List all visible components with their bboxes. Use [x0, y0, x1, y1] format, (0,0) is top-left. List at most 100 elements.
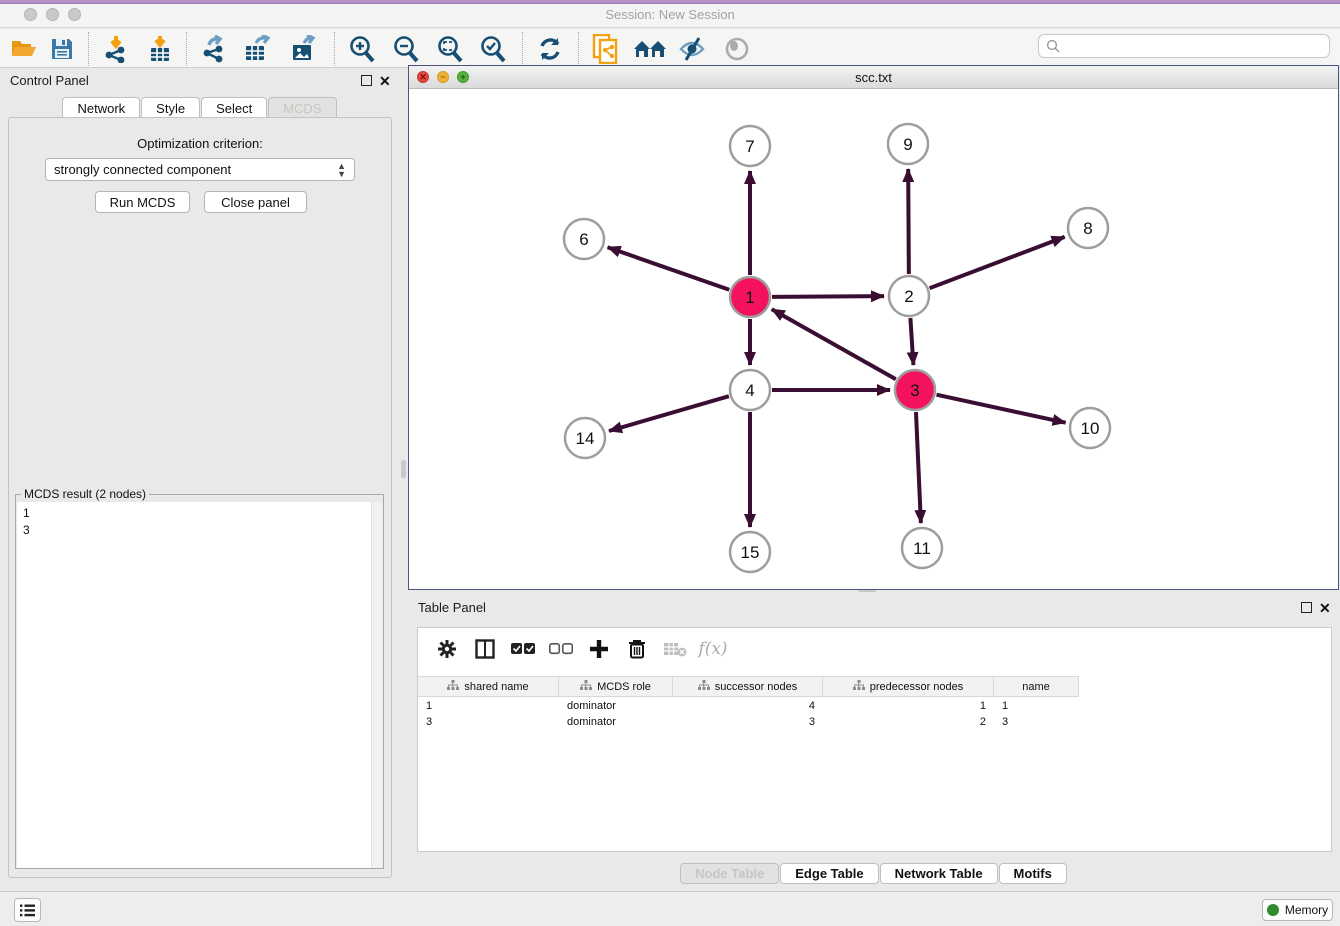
edge-1-2[interactable] — [772, 296, 884, 297]
network-window-title: scc.txt — [409, 70, 1338, 85]
edge-3-10[interactable] — [936, 395, 1065, 423]
close-panel-icon[interactable]: ✕ — [379, 74, 391, 88]
zoom-fit-icon[interactable] — [432, 33, 468, 65]
node-2[interactable]: 2 — [889, 276, 929, 316]
tab-mcds[interactable]: MCDS — [268, 97, 336, 118]
home-icon[interactable] — [632, 33, 668, 65]
table-row[interactable]: 3dominator323 — [418, 715, 1079, 731]
tab-motifs[interactable]: Motifs — [999, 863, 1067, 884]
memory-button[interactable]: Memory — [1262, 899, 1333, 921]
cell-shared-name[interactable]: 1 — [418, 699, 559, 715]
import-table-icon[interactable] — [142, 33, 178, 65]
show-graphics-details-icon[interactable] — [719, 33, 755, 65]
zoom-in-icon[interactable] — [344, 33, 380, 65]
cell-successor-nodes[interactable]: 4 — [673, 699, 823, 715]
select-all-icon[interactable] — [504, 633, 542, 665]
control-panel-title: Control Panel — [10, 73, 89, 88]
cell-mcds-role[interactable]: dominator — [559, 699, 673, 715]
column-header-mcds-role[interactable]: MCDS role — [559, 676, 673, 697]
table-row[interactable]: 1dominator411 — [418, 699, 1079, 715]
node-11[interactable]: 11 — [902, 528, 942, 568]
export-image-icon[interactable] — [286, 33, 322, 65]
float-table-panel-icon[interactable] — [1301, 602, 1312, 613]
node-14[interactable]: 14 — [565, 418, 605, 458]
run-mcds-label: Run MCDS — [110, 195, 176, 210]
export-network-icon[interactable] — [196, 33, 232, 65]
vertical-splitter-handle[interactable] — [401, 460, 406, 478]
table-panel-title: Table Panel — [418, 600, 486, 615]
column-header-successor-nodes[interactable]: successor nodes — [673, 676, 823, 697]
tab-node-table[interactable]: Node Table — [680, 863, 779, 884]
close-panel-button[interactable]: Close panel — [204, 191, 307, 213]
network-canvas[interactable]: 7 9 6 8 1 2 4 3 14 10 15 11 — [409, 89, 1337, 589]
optimization-select-value: strongly connected component — [54, 162, 231, 177]
node-1[interactable]: 1 — [730, 277, 770, 317]
cell-shared-name[interactable]: 3 — [418, 715, 559, 731]
tab-network[interactable]: Network — [62, 97, 140, 118]
search-field[interactable] — [1038, 34, 1330, 58]
node-10[interactable]: 10 — [1070, 408, 1110, 448]
control-panel-tabs: NetworkStyleSelectMCDS — [0, 97, 400, 118]
edge-3-11[interactable] — [916, 412, 921, 523]
result-scrollbar[interactable] — [371, 502, 382, 868]
node-15[interactable]: 15 — [730, 532, 770, 572]
cell-name[interactable]: 1 — [994, 699, 1079, 715]
network-window-titlebar[interactable]: ✕ − + scc.txt — [409, 66, 1338, 89]
add-column-icon[interactable] — [580, 633, 618, 665]
node-4[interactable]: 4 — [730, 370, 770, 410]
delete-table-icon[interactable] — [656, 633, 694, 665]
fx-label: f(x) — [698, 639, 727, 659]
column-type-icon — [853, 680, 865, 694]
deselect-all-icon[interactable] — [542, 633, 580, 665]
task-history-button[interactable] — [14, 898, 41, 922]
export-table-icon[interactable] — [240, 33, 276, 65]
tab-edge-table[interactable]: Edge Table — [780, 863, 878, 884]
node-7[interactable]: 7 — [730, 126, 770, 166]
column-header-shared-name[interactable]: shared name — [418, 676, 559, 697]
edge-2-9[interactable] — [908, 169, 909, 274]
cell-mcds-role[interactable]: dominator — [559, 715, 673, 731]
cell-predecessor-nodes[interactable]: 2 — [823, 715, 994, 731]
node-8[interactable]: 8 — [1068, 208, 1108, 248]
column-header-predecessor-nodes[interactable]: predecessor nodes — [823, 676, 994, 697]
titlebar: Session: New Session — [0, 0, 1340, 28]
function-builder-icon[interactable]: f(x) — [694, 633, 732, 665]
list-icon — [20, 904, 35, 917]
tab-select[interactable]: Select — [201, 97, 267, 118]
table-settings-icon[interactable] — [428, 633, 466, 665]
node-9[interactable]: 9 — [888, 124, 928, 164]
float-panel-icon[interactable] — [361, 75, 372, 86]
import-network-icon[interactable] — [98, 33, 134, 65]
edge-3-1[interactable] — [772, 309, 896, 379]
close-table-panel-icon[interactable]: ✕ — [1319, 601, 1331, 615]
split-panel-icon[interactable] — [466, 633, 504, 665]
mcds-result-title: MCDS result (2 nodes) — [21, 487, 149, 501]
edge-2-3[interactable] — [910, 318, 913, 365]
cell-successor-nodes[interactable]: 3 — [673, 715, 823, 731]
tab-network-table[interactable]: Network Table — [880, 863, 998, 884]
save-session-icon[interactable] — [44, 33, 80, 65]
tab-style[interactable]: Style — [141, 97, 200, 118]
edge-2-8[interactable] — [930, 237, 1065, 288]
toolbar-separator — [334, 32, 335, 66]
edge-1-6[interactable] — [608, 247, 730, 289]
zoom-selected-icon[interactable] — [475, 33, 511, 65]
mcds-result-text[interactable]: 13 — [17, 502, 373, 868]
column-header-name[interactable]: name — [994, 676, 1079, 697]
apply-layout-icon[interactable] — [532, 33, 568, 65]
node-3[interactable]: 3 — [895, 370, 935, 410]
delete-column-icon[interactable] — [618, 633, 656, 665]
edge-4-14[interactable] — [609, 396, 729, 431]
node-6[interactable]: 6 — [564, 219, 604, 259]
clone-network-icon[interactable] — [588, 33, 624, 65]
zoom-out-icon[interactable] — [388, 33, 424, 65]
network-view-window: ✕ − + scc.txt 7 9 6 8 1 2 4 3 14 10 15 11 — [408, 65, 1339, 590]
run-mcds-button[interactable]: Run MCDS — [95, 191, 190, 213]
cell-predecessor-nodes[interactable]: 1 — [823, 699, 994, 715]
cell-name[interactable]: 3 — [994, 715, 1079, 731]
hide-graphics-details-icon[interactable] — [674, 33, 710, 65]
optimization-select[interactable]: strongly connected component ▲▼ — [45, 158, 355, 181]
search-input[interactable] — [1064, 36, 1329, 56]
open-session-icon[interactable] — [6, 33, 42, 65]
control-panel-header: Control Panel ✕ — [0, 68, 400, 94]
